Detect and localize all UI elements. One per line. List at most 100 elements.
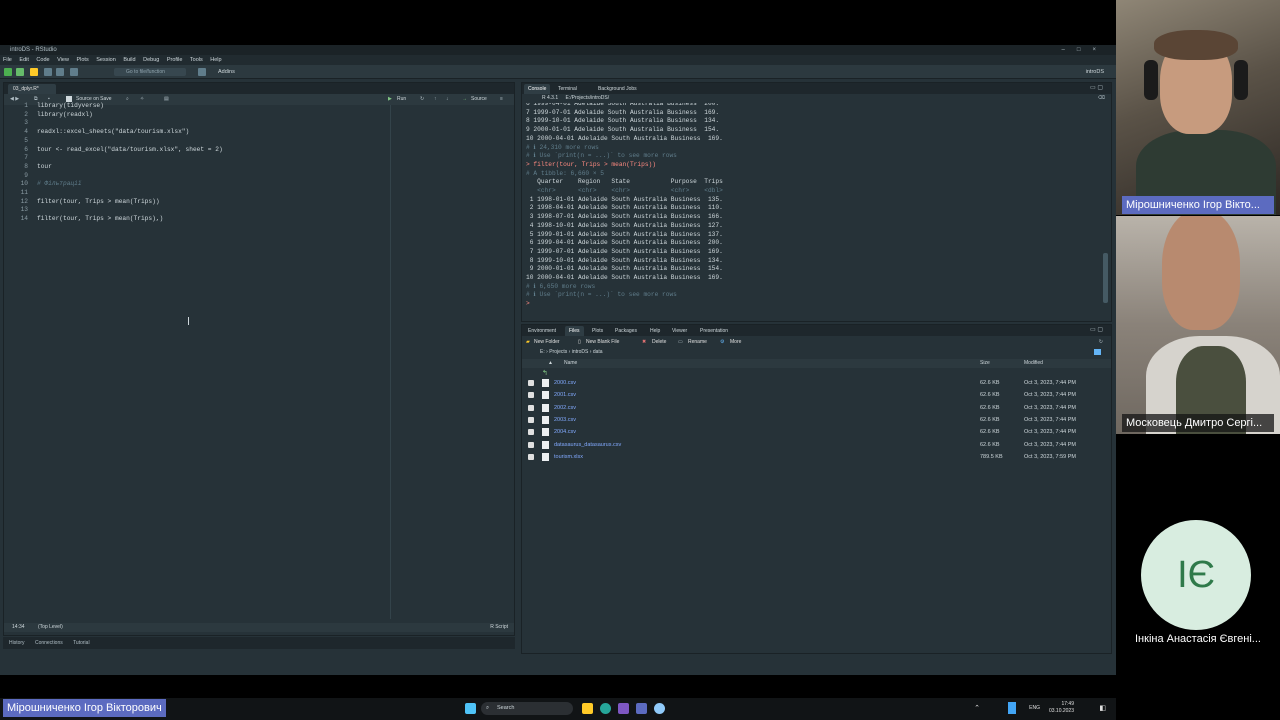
file-checkbox[interactable] [528, 404, 534, 411]
menu-help[interactable]: Help [210, 57, 221, 63]
addins-menu[interactable]: Addins [218, 65, 235, 79]
minimize-button[interactable]: – [1062, 47, 1077, 53]
save-all-icon[interactable] [56, 68, 64, 76]
menu-edit[interactable]: Edit [19, 57, 28, 63]
maximize-button[interactable]: □ [1077, 47, 1093, 53]
file-name-link[interactable]: datasaurus_datasaurus.csv [554, 439, 621, 451]
tab-history[interactable]: History [9, 640, 25, 646]
goto-file-input[interactable]: Go to file/function [114, 68, 186, 76]
file-row[interactable]: 2000.csv 62.6 KB Oct 3, 2023, 7:44 PM [522, 377, 1111, 389]
tab-files[interactable]: Files [565, 326, 584, 336]
print-icon[interactable] [70, 68, 78, 76]
go-to-wd-icon[interactable] [1094, 349, 1101, 355]
tab-console[interactable]: Console [524, 84, 551, 94]
new-project-icon[interactable] [16, 68, 24, 76]
file-explorer-icon[interactable] [582, 703, 593, 714]
column-modified[interactable]: Modified [1024, 359, 1043, 368]
breadcrumb-item[interactable]: introDS [572, 349, 589, 355]
file-checkbox[interactable] [528, 392, 534, 399]
new-file-icon[interactable]: ▯ [578, 337, 581, 347]
menu-profile[interactable]: Profile [167, 57, 183, 63]
tab-connections[interactable]: Connections [35, 640, 63, 646]
menu-session[interactable]: Session [96, 57, 116, 63]
up-icon[interactable]: ↑ [434, 94, 437, 105]
participant-video-1[interactable]: Мірошниченко Ігор Вікто... [1116, 0, 1280, 215]
grid-icon[interactable] [198, 68, 206, 76]
menu-lines-icon[interactable]: ≡ [500, 94, 503, 105]
file-type-selector[interactable]: R Script [490, 623, 508, 632]
menu-debug[interactable]: Debug [143, 57, 159, 63]
open-file-icon[interactable] [30, 68, 38, 76]
rename-icon[interactable]: ▭ [678, 337, 683, 347]
gear-icon[interactable]: ⚙ [720, 337, 724, 347]
tab-viewer[interactable]: Viewer [668, 326, 691, 336]
file-row[interactable]: datasaurus_datasaurus.csv 62.6 KB Oct 3, 2… [522, 439, 1111, 451]
more-button[interactable]: More [730, 337, 741, 347]
rstudio-taskbar-icon[interactable] [654, 703, 665, 714]
menu-file[interactable]: File [3, 57, 12, 63]
tab-terminal[interactable]: Terminal [554, 84, 581, 94]
menu-plots[interactable]: Plots [76, 57, 88, 63]
clear-console-icon[interactable]: ⌫ [1098, 94, 1105, 103]
rename-button[interactable]: Rename [688, 337, 707, 347]
visual-studio-icon[interactable] [618, 703, 629, 714]
participant-tile-3[interactable]: ІЄ Інкіна Анастасія Євгені... [1116, 434, 1280, 654]
clock[interactable]: 17:49 03.10.2023 [1049, 701, 1074, 715]
run-icon[interactable]: ▶ [388, 94, 392, 105]
file-row[interactable]: 2002.csv 62.6 KB Oct 3, 2023, 7:44 PM [522, 402, 1111, 414]
tab-plots[interactable]: Plots [588, 326, 607, 336]
console-output[interactable]: 6 1999-04-01 Adelaide South Australia Bu… [526, 103, 1100, 313]
wand-icon[interactable]: ✧ [140, 94, 144, 105]
file-row[interactable]: 2003.csv 62.6 KB Oct 3, 2023, 7:44 PM [522, 414, 1111, 426]
menu-build[interactable]: Build [123, 57, 135, 63]
new-file-icon[interactable] [4, 68, 12, 76]
breadcrumb-item[interactable]: E: [540, 349, 545, 355]
new-folder-button[interactable]: New Folder [534, 337, 560, 347]
save-icon[interactable] [44, 68, 52, 76]
file-name-link[interactable]: tourism.xlsx [554, 451, 583, 463]
tab-presentation[interactable]: Presentation [696, 326, 732, 336]
run-button[interactable]: Run [397, 94, 406, 105]
file-checkbox[interactable] [528, 453, 534, 460]
tab-tutorial[interactable]: Tutorial [73, 640, 90, 646]
file-name-link[interactable]: 2003.csv [554, 414, 576, 426]
pane-maximize-icon[interactable]: ▭ ▢ [1090, 83, 1103, 94]
delete-icon[interactable]: ✖ [642, 337, 646, 347]
file-name-link[interactable]: 2002.csv [554, 402, 576, 414]
file-name-link[interactable]: 2001.csv [554, 389, 576, 401]
notification-icon[interactable]: ◧ [1099, 704, 1106, 712]
file-row[interactable]: 2001.csv 62.6 KB Oct 3, 2023, 7:44 PM [522, 389, 1111, 401]
folder-plus-icon[interactable]: ▰ [526, 337, 530, 347]
breadcrumb-item[interactable]: data [593, 349, 603, 355]
column-size[interactable]: Size [980, 359, 990, 368]
project-menu[interactable]: introDS [1086, 65, 1104, 79]
tab-background-jobs[interactable]: Background Jobs [594, 84, 641, 94]
file-checkbox[interactable] [528, 429, 534, 436]
windows-start-icon[interactable] [465, 703, 476, 714]
tab-environment[interactable]: Environment [524, 326, 560, 336]
menu-tools[interactable]: Tools [190, 57, 203, 63]
language-indicator[interactable]: ENG [1029, 705, 1040, 711]
code-editor[interactable]: 1 library(tidyverse) 2 library(readxl) 3… [4, 102, 514, 619]
down-icon[interactable]: ↓ [446, 94, 449, 105]
close-button[interactable]: × [1092, 47, 1108, 53]
delete-button[interactable]: Delete [652, 337, 666, 347]
file-name-link[interactable]: 2000.csv [554, 377, 576, 389]
file-row[interactable]: tourism.xlsx 789.5 KB Oct 3, 2023, 7:59 PM [522, 451, 1111, 463]
document-outline-icon[interactable]: ▤ [164, 94, 169, 105]
file-checkbox[interactable] [528, 441, 534, 448]
sort-ascending-icon[interactable]: ▲ [548, 359, 553, 368]
taskbar-search[interactable]: ⌕ Search [481, 702, 573, 715]
participant-video-2[interactable]: Московець Дмитро Сергі... [1116, 216, 1280, 434]
new-blank-file-button[interactable]: New Blank File [586, 337, 619, 347]
tab-packages[interactable]: Packages [611, 326, 641, 336]
window-controls[interactable]: –□× [1062, 45, 1108, 55]
pane-maximize-icon[interactable]: ▭ ▢ [1090, 326, 1103, 333]
tab-help[interactable]: Help [646, 326, 664, 336]
refresh-icon[interactable]: ↻ [1099, 337, 1103, 347]
menu-code[interactable]: Code [36, 57, 49, 63]
breadcrumb-item[interactable]: Projects [549, 349, 567, 355]
teams-icon[interactable] [636, 703, 647, 714]
file-name-link[interactable]: 2004.csv [554, 426, 576, 438]
tray-app-icon[interactable] [1008, 702, 1016, 714]
